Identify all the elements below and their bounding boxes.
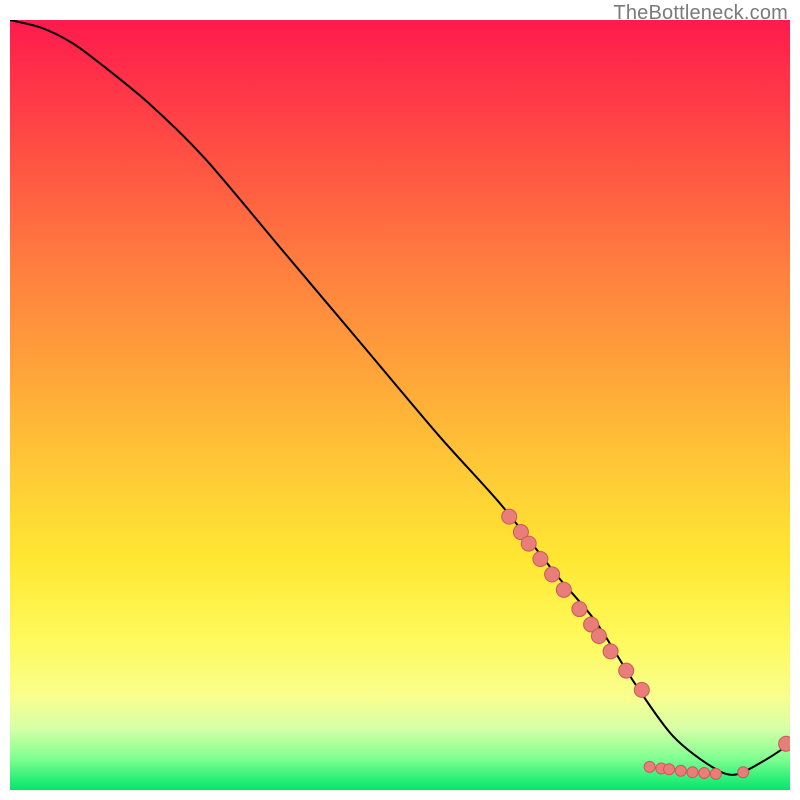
data-marker [619, 663, 634, 678]
data-marker [699, 768, 710, 779]
data-marker [556, 582, 571, 597]
data-marker [675, 765, 686, 776]
chart-svg [10, 20, 790, 790]
data-marker [664, 764, 675, 775]
chart-container: TheBottleneck.com [0, 0, 800, 800]
data-marker [591, 629, 606, 644]
data-marker [687, 767, 698, 778]
data-marker [644, 761, 655, 772]
bottleneck-curve [10, 20, 790, 775]
data-marker [738, 767, 749, 778]
data-marker [502, 509, 517, 524]
data-marker [603, 644, 618, 659]
data-marker [521, 536, 536, 551]
data-marker [779, 736, 790, 751]
data-marker [710, 768, 721, 779]
data-marker [572, 602, 587, 617]
data-marker [533, 552, 548, 567]
data-marker [545, 567, 560, 582]
plot-area [10, 20, 790, 790]
data-marker [634, 682, 649, 697]
